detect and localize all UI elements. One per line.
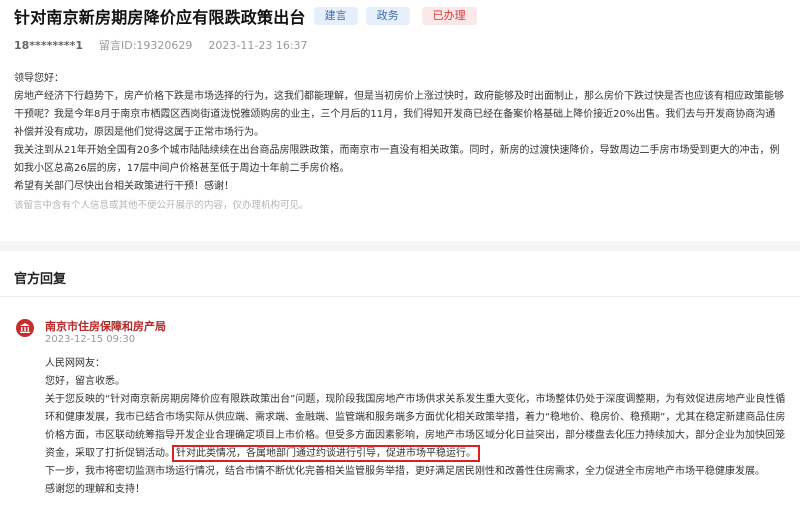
reply-paragraph: 关于您反映的“针对南京新房期房降价应有限跌政策出台”问题，现阶段我国房地产市场供… xyxy=(45,391,790,463)
message-time: 2023-11-23 16:37 xyxy=(208,38,308,52)
message-detail-page: 针对南京新房期房降价应有限跌政策出台 建言 政务 已办理 18********1… xyxy=(0,0,800,528)
tag-government-affairs[interactable]: 政务 xyxy=(365,7,410,25)
reply-content: 人民网网友： 您好，留言收悉。 关于您反映的“针对南京新房期房降价应有限跌政策出… xyxy=(45,355,790,499)
reply-date: 2023-12-15 09:30 xyxy=(45,334,136,345)
letter-greeting: 领导您好： xyxy=(14,73,64,84)
section-divider xyxy=(0,241,800,251)
status-badge: 已办理 xyxy=(421,7,477,25)
highlighted-sentence: 针对此类情况，各属地部门通过约谈进行引导，促进市场平稳运行。 xyxy=(172,445,480,462)
official-reply-heading: 官方回复 xyxy=(14,272,67,287)
title-row: 针对南京新房期房降价应有限跌政策出台 建言 政务 已办理 xyxy=(14,4,477,28)
reply-divider xyxy=(0,296,800,297)
government-building-icon xyxy=(16,319,34,337)
reply-thanks: 感谢您的理解和支持！ xyxy=(45,484,145,495)
message-content: 领导您好： 房地产经济下行趋势下，房产价格下跌是市场选择的行为，这我们都能理解，… xyxy=(14,70,784,215)
privacy-note: 该留言中含有个人信息或其他不便公开展示的内容，仅办理机构可见。 xyxy=(14,200,309,211)
reply-organization[interactable]: 南京市住房保障和房产局 xyxy=(45,318,166,334)
reply-hello: 您好，留言收悉。 xyxy=(45,376,125,387)
message-meta: 18********1 留言ID:19320629 2023-11-23 16:… xyxy=(14,37,308,53)
reply-next-step: 下一步，我市将密切监测市场运行情况，结合市情不断优化完善相关监管服务举措，更好满… xyxy=(45,466,765,477)
letter-paragraph: 房地产经济下行趋势下，房产价格下跌是市场选择的行为，这我们都能理解，但是当初房价… xyxy=(14,91,784,138)
letter-paragraph: 我关注到从21年开始全国有20多个城市陆陆续续在出台商品房限跌政策，而南京市一直… xyxy=(14,145,780,174)
reply-salutation: 人民网网友： xyxy=(45,358,105,369)
message-id: 留言ID:19320629 xyxy=(98,39,193,52)
page-title: 针对南京新房期房降价应有限跌政策出台 xyxy=(14,8,306,27)
letter-paragraph: 希望有关部门尽快出台相关政策进行干预！感谢！ xyxy=(14,181,234,192)
tag-suggestion[interactable]: 建言 xyxy=(313,7,358,25)
user-id: 18********1 xyxy=(14,38,83,52)
